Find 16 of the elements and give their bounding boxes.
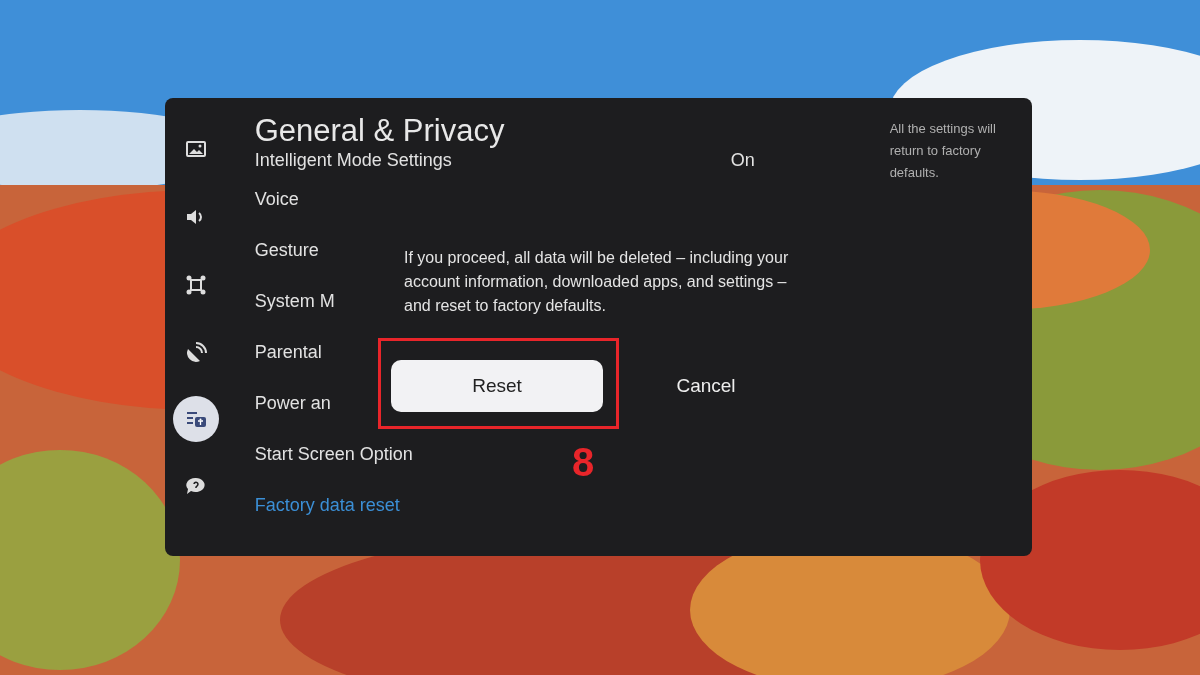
settings-item[interactable]: Gesture [254, 225, 319, 276]
menu-button[interactable] [173, 396, 220, 442]
settings-item[interactable]: Factory data reset [254, 480, 400, 531]
settings-item[interactable]: Parental [254, 327, 322, 378]
satellite-dish-icon [184, 341, 209, 365]
dialog-button[interactable]: Cancel [600, 360, 812, 412]
settings-item[interactable]: Voice [254, 174, 299, 225]
dialog-message: If you proceed, all data will be deleted – including your account information, downloaded apps, and settings – and reset to factory defaults. [404, 248, 790, 316]
dialog-button[interactable]: Reset [391, 360, 603, 412]
info-text: All the settings will return to factory defaults. [889, 120, 997, 182]
settings-item[interactable]: Power an [254, 378, 331, 429]
step-number: 8 [572, 439, 595, 486]
setting-value: On [730, 148, 755, 172]
settings-item[interactable]: System M [254, 276, 335, 327]
settings-item[interactable]: Start Screen Option [254, 429, 413, 480]
panel-title: General & Privacy [254, 112, 506, 150]
